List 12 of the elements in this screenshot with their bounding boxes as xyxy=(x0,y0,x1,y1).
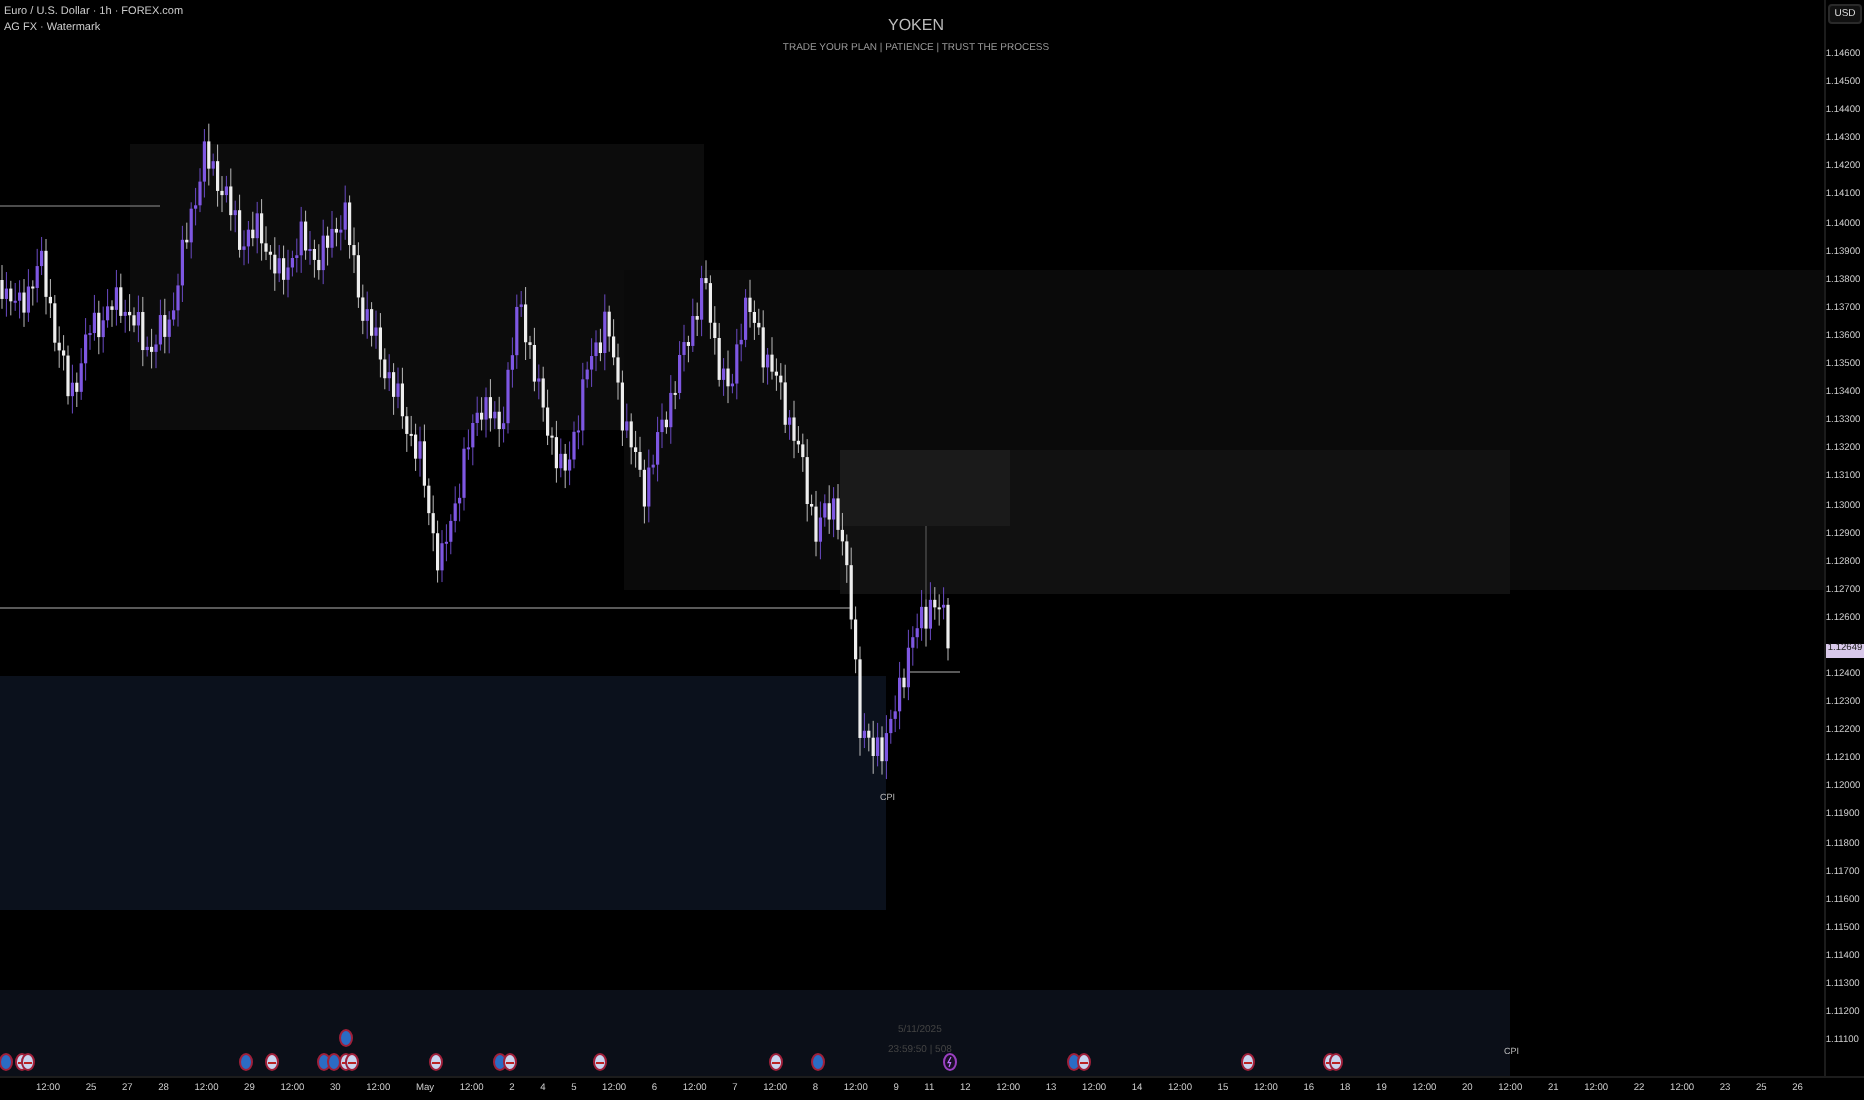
flag-icon[interactable] xyxy=(769,1053,783,1071)
flag-icon[interactable] xyxy=(429,1053,443,1071)
lightning-icon[interactable] xyxy=(943,1053,957,1071)
flag-icon[interactable] xyxy=(265,1053,279,1071)
flag-icon[interactable] xyxy=(345,1053,359,1071)
flag-icon[interactable] xyxy=(21,1053,35,1071)
watermark-title: YOKEN xyxy=(887,16,944,34)
flag-icon[interactable] xyxy=(1241,1053,1255,1071)
flag-icon[interactable] xyxy=(1329,1053,1343,1071)
flag-icon[interactable] xyxy=(593,1053,607,1071)
flag-icon[interactable] xyxy=(1077,1053,1091,1071)
flag-icon[interactable] xyxy=(503,1053,517,1071)
